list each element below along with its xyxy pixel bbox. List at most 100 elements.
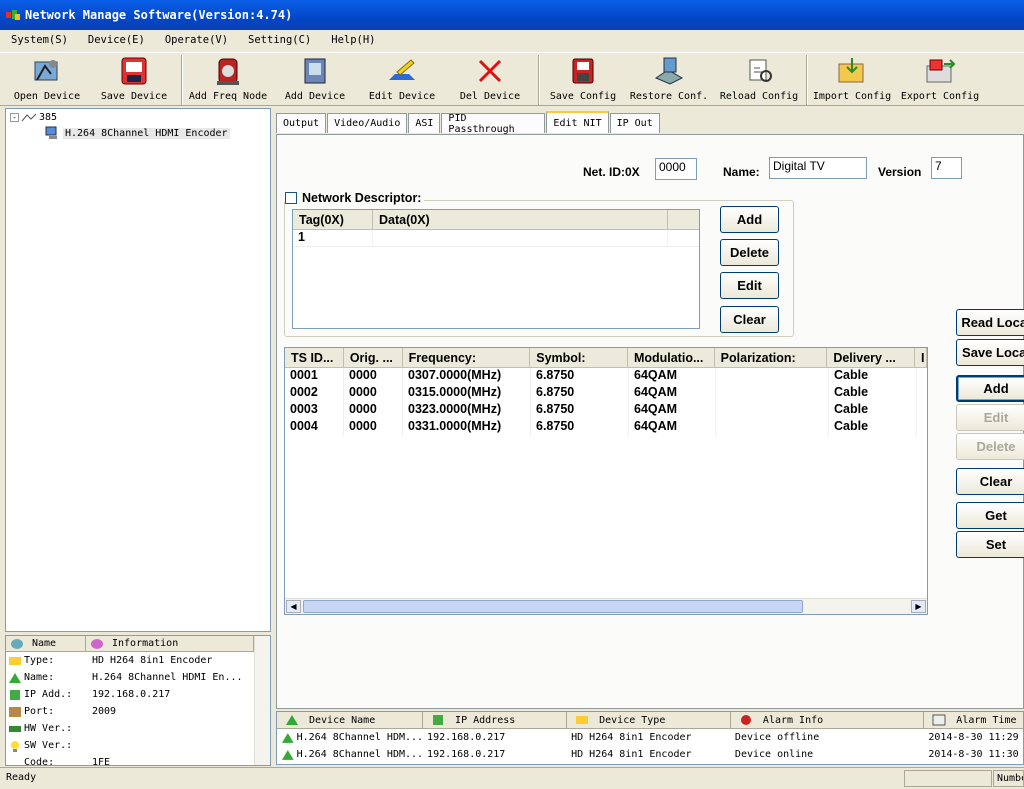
status-numbers: Numbe — [993, 770, 1024, 787]
add-freq-node-button[interactable]: Add Freq Node — [186, 55, 270, 105]
info-row-hw: HW Ver.: — [6, 720, 270, 737]
desc-edit-button[interactable]: Edit — [720, 272, 779, 299]
save-device-label: Save Device — [100, 91, 168, 102]
network-descriptor-checkbox[interactable] — [285, 192, 297, 204]
desc-clear-button[interactable]: Clear — [720, 306, 779, 333]
ip-address-icon — [433, 715, 444, 725]
ts-row[interactable]: 0003 0000 0323.0000(MHz) 6.8750 64QAM Cable — [285, 402, 927, 419]
add-freq-node-icon — [217, 58, 239, 85]
add-device-label: Add Device — [284, 91, 346, 102]
save-device-button[interactable]: Save Device — [96, 55, 172, 105]
open-device-button[interactable]: Open Device — [8, 55, 86, 105]
col-ts-id[interactable]: TS ID... — [285, 348, 344, 367]
descriptor-row[interactable]: 1 — [293, 230, 699, 247]
ts-delete-button[interactable]: Delete — [956, 433, 1024, 460]
tab-output[interactable]: Output — [276, 113, 327, 133]
edit-device-button[interactable]: Edit Device — [366, 55, 438, 105]
tree-root[interactable]: - 385 — [10, 112, 57, 123]
menu-help[interactable]: Help(H) — [320, 34, 384, 46]
menu-system[interactable]: System(S) — [0, 34, 77, 46]
scroll-left-icon[interactable]: ◀ — [286, 600, 301, 613]
ts-add-button[interactable]: Add — [956, 375, 1024, 402]
device-icon — [45, 126, 57, 139]
device-info-panel: Name Information Type: HD H264 8in1 Encod… — [5, 635, 271, 766]
menu-device[interactable]: Device(E) — [77, 34, 154, 46]
tab-asi[interactable]: ASI — [408, 113, 441, 133]
reload-config-button[interactable]: Reload Config — [716, 55, 802, 105]
col-modulation[interactable]: Modulatio... — [628, 348, 715, 367]
lightbulb-icon — [11, 740, 19, 752]
get-button[interactable]: Get — [956, 502, 1024, 529]
restore-conf-button[interactable]: Restore Conf. — [628, 55, 710, 105]
desc-add-button[interactable]: Add — [720, 206, 779, 233]
desc-delete-button[interactable]: Delete — [720, 239, 779, 266]
ts-horizontal-scrollbar[interactable]: ◀ ▶ — [285, 598, 927, 614]
info-row-ip: IP Add.: 192.168.0.217 — [6, 686, 270, 703]
col-alarm-time[interactable]: Alarm Time — [924, 712, 1023, 728]
tree-root-label: 385 — [39, 112, 58, 123]
network-descriptor-toggle[interactable]: Network Descriptor: — [285, 191, 425, 205]
name-input[interactable]: Digital TV — [769, 157, 867, 179]
col-alarm-info[interactable]: Alarm Info — [731, 712, 925, 728]
save-config-button[interactable]: Save Config — [546, 55, 620, 105]
col-symbol[interactable]: Symbol: — [530, 348, 628, 367]
col-delivery[interactable]: Delivery ... — [827, 348, 916, 367]
col-frequency[interactable]: Frequency: — [403, 348, 531, 367]
toolbar-separator — [538, 55, 540, 105]
info-row-type: Type: HD H264 8in1 Encoder — [6, 652, 270, 669]
info-icon — [91, 638, 103, 649]
col-orig[interactable]: Orig. ... — [344, 348, 403, 367]
col-data[interactable]: Data(0X) — [373, 210, 668, 229]
save-local-button[interactable]: Save Local — [956, 339, 1024, 366]
alarm-time-icon — [932, 714, 946, 726]
network-icon — [21, 113, 37, 121]
info-row-port: Port: 2009 — [6, 703, 270, 720]
tab-pid-passthrough[interactable]: PID Passthrough — [441, 113, 546, 135]
net-id-input[interactable]: 0000 — [655, 158, 697, 180]
info-header-name[interactable]: Name — [6, 636, 86, 651]
col-polarization[interactable]: Polarization: — [715, 348, 828, 367]
tab-video-audio[interactable]: Video/Audio — [327, 113, 408, 133]
info-header-information[interactable]: Information — [86, 636, 254, 651]
col-ip-address[interactable]: IP Address — [423, 712, 568, 728]
ts-row[interactable]: 0001 0000 0307.0000(MHz) 6.8750 64QAM Cable — [285, 368, 927, 385]
tab-ip-out[interactable]: IP Out — [609, 113, 660, 133]
scroll-thumb[interactable] — [303, 600, 803, 613]
info-name-icon — [11, 638, 23, 649]
descriptor-table: Tag(0X) Data(0X) 1 — [292, 209, 700, 329]
port-icon — [9, 706, 21, 717]
toolbar: Open Device Save Device Add Freq Node Ad… — [0, 52, 1024, 106]
device-icon — [281, 732, 294, 743]
read-local-button[interactable]: Read Local — [956, 309, 1024, 336]
tree-item-device[interactable]: H.264 8Channel HDMI Encoder — [44, 126, 230, 140]
menu-setting[interactable]: Setting(C) — [237, 34, 320, 46]
ts-clear-button[interactable]: Clear — [956, 468, 1024, 495]
alarm-row[interactable]: H.264 8Channel HDM... 192.168.0.217 HD H… — [277, 746, 1023, 763]
col-device-name[interactable]: Device Name — [277, 712, 424, 728]
info-row-sw: SW Ver.: — [6, 737, 270, 754]
restore-config-icon — [654, 57, 684, 85]
window-title: Network Manage Software(Version:4.74) — [25, 8, 293, 22]
export-config-button[interactable]: Export Config — [898, 55, 982, 105]
add-device-button[interactable]: Add Device — [282, 55, 348, 105]
col-more[interactable]: I — [915, 348, 927, 367]
col-device-type[interactable]: Device Type — [567, 712, 731, 728]
ts-edit-button[interactable]: Edit — [956, 404, 1024, 431]
import-config-button[interactable]: Import Config — [810, 55, 894, 105]
menu-operate[interactable]: Operate(V) — [154, 34, 237, 46]
tab-edit-nit[interactable]: Edit NIT — [546, 111, 609, 133]
col-tag[interactable]: Tag(0X) — [293, 210, 373, 229]
del-device-button[interactable]: Del Device — [456, 55, 524, 105]
scroll-right-icon[interactable]: ▶ — [911, 600, 926, 613]
info-scrollbar[interactable] — [254, 636, 270, 765]
ts-row[interactable]: 0002 0000 0315.0000(MHz) 6.8750 64QAM Cable — [285, 385, 927, 402]
version-input[interactable]: 7 — [931, 157, 962, 179]
info-row-code: Code: 1FE — [24, 757, 111, 766]
edit-device-label: Edit Device — [368, 91, 436, 102]
ts-row[interactable]: 0004 0000 0331.0000(MHz) 6.8750 64QAM Cable — [285, 419, 927, 436]
reload-config-icon — [749, 59, 772, 82]
alarm-row[interactable]: H.264 8Channel HDM... 192.168.0.217 HD H… — [277, 729, 1023, 746]
network-descriptor-label: Network Descriptor: — [302, 191, 422, 205]
set-button[interactable]: Set — [956, 531, 1024, 558]
collapse-icon[interactable]: - — [10, 113, 19, 122]
